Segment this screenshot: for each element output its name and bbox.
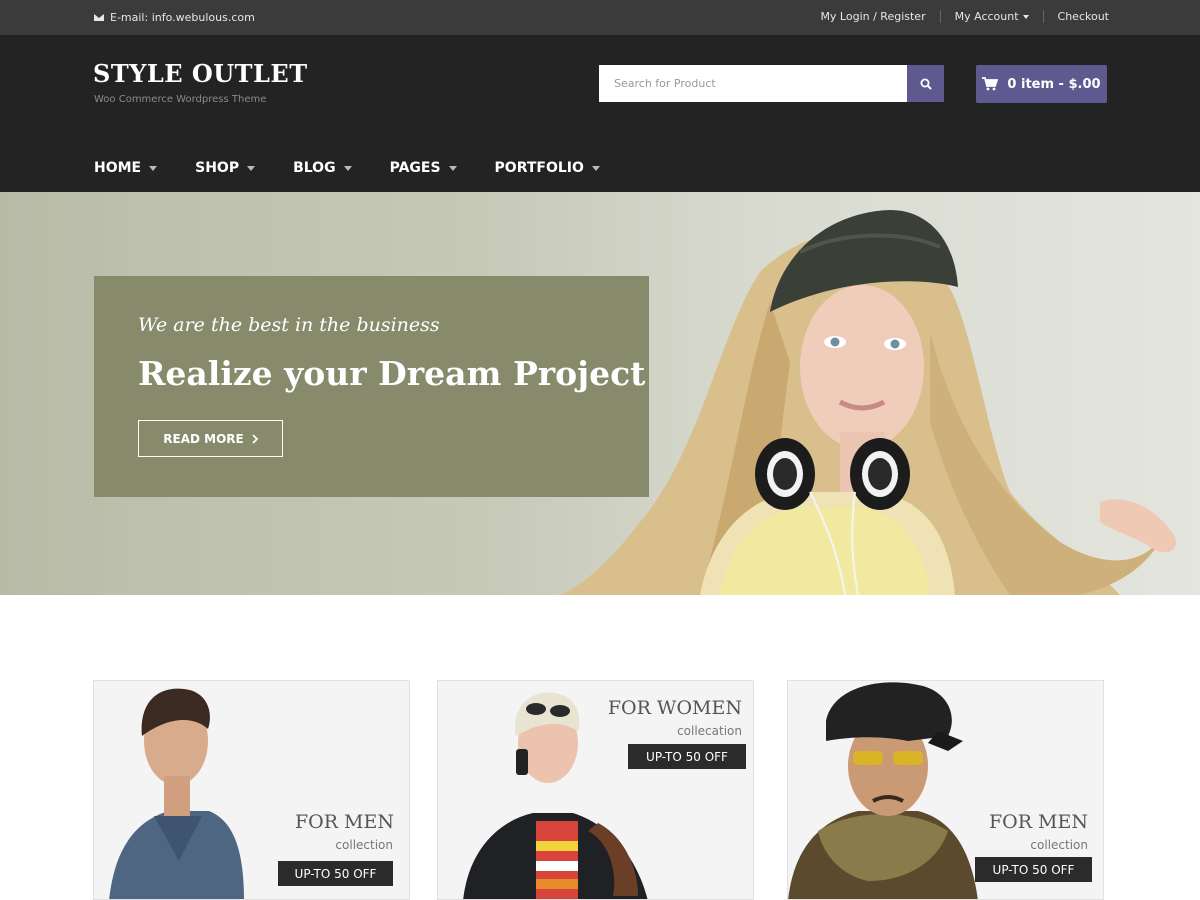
discount-badge: UP-TO 50 OFF	[975, 857, 1092, 882]
promo-card-men[interactable]: FOR MEN collection UP-TO 50 OFF	[93, 680, 410, 900]
nav-label: PORTFOLIO	[494, 160, 584, 176]
divider	[1042, 10, 1044, 23]
read-more-label: READ MORE	[163, 431, 244, 446]
email-text: E-mail: info.webulous.com	[110, 11, 255, 24]
hero-caption-panel: We are the best in the business Realize …	[94, 276, 649, 497]
hero-tagline: We are the best in the business	[138, 314, 440, 336]
hero-banner: We are the best in the business Realize …	[0, 192, 1200, 595]
promo-card-men-2[interactable]: FOR MEN collection UP-TO 50 OFF	[787, 680, 1104, 900]
card-subtitle: collection	[335, 838, 393, 852]
top-links: My Login / Register My Account Checkout	[820, 10, 1109, 23]
contact-email: E-mail: info.webulous.com	[94, 11, 255, 24]
login-register-link[interactable]: My Login / Register	[820, 10, 925, 23]
search-icon	[920, 78, 932, 90]
top-bar: E-mail: info.webulous.com My Login / Reg…	[0, 0, 1200, 35]
nav-pages[interactable]: PAGES	[390, 160, 457, 176]
cart-label: 0 item - $.00	[1007, 76, 1101, 92]
card-subtitle: collecation	[677, 724, 742, 738]
my-account-label: My Account	[954, 10, 1019, 23]
discount-badge: UP-TO 50 OFF	[278, 861, 393, 886]
my-account-link[interactable]: My Account	[955, 10, 1029, 23]
hero-title: Realize your Dream Project	[138, 354, 646, 393]
chevron-right-icon	[252, 433, 258, 444]
search-button[interactable]	[907, 65, 944, 102]
search-input[interactable]	[599, 65, 907, 102]
nav-home[interactable]: HOME	[94, 160, 158, 176]
nav-blog[interactable]: BLOG	[293, 160, 352, 176]
nav-label: PAGES	[389, 160, 441, 176]
caret-down-icon	[343, 165, 352, 171]
nav-portfolio[interactable]: PORTFOLIO	[495, 160, 600, 176]
card-title: FOR MEN	[294, 811, 394, 833]
read-more-button[interactable]: READ MORE	[138, 420, 283, 457]
caret-down-icon	[1022, 15, 1029, 19]
caret-down-icon	[591, 165, 600, 171]
caret-down-icon	[247, 165, 256, 171]
checkout-link[interactable]: Checkout	[1058, 10, 1109, 23]
site-logo[interactable]: STYLE OUTLET	[93, 59, 308, 88]
card-title: FOR WOMEN	[607, 697, 742, 719]
site-header: STYLE OUTLET Woo Commerce Wordpress Them…	[0, 35, 1200, 192]
envelope-icon	[94, 14, 104, 21]
site-tagline: Woo Commerce Wordpress Theme	[94, 94, 267, 105]
caret-down-icon	[448, 165, 457, 171]
cart-button[interactable]: 0 item - $.00	[976, 65, 1107, 103]
nav-shop[interactable]: SHOP	[195, 160, 256, 176]
nav-label: SHOP	[195, 160, 240, 176]
discount-badge: UP-TO 50 OFF	[628, 744, 746, 769]
cart-icon	[982, 77, 999, 91]
promo-card-women[interactable]: FOR WOMEN collecation UP-TO 50 OFF	[437, 680, 754, 900]
divider	[939, 10, 941, 23]
main-nav: HOME SHOP BLOG PAGES PORTFOLIO	[94, 160, 638, 176]
caret-down-icon	[149, 165, 158, 171]
product-search	[599, 65, 944, 102]
nav-label: BLOG	[293, 160, 336, 176]
card-subtitle: collection	[1030, 838, 1088, 852]
nav-label: HOME	[94, 160, 142, 176]
card-title: FOR MEN	[988, 811, 1088, 833]
